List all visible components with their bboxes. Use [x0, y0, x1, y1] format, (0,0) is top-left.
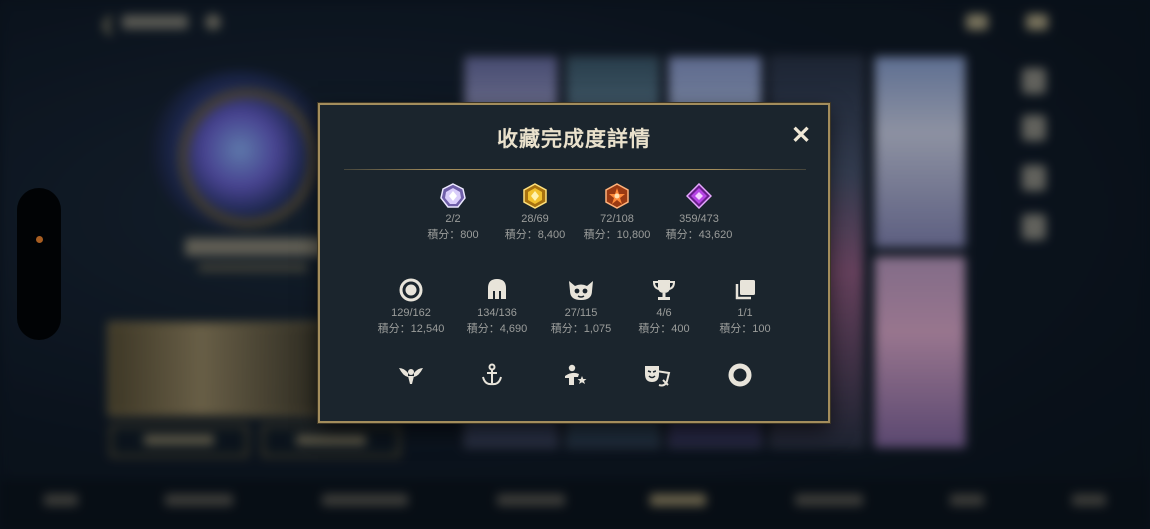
item-stat-icons: 129/162 積分：12,540: [366, 277, 456, 336]
stat-count: 72/108: [600, 213, 634, 225]
winged-emblem-icon: [399, 368, 423, 384]
ring-icon: [399, 278, 423, 302]
category-icon-slot: [642, 360, 672, 390]
item-stat-poros: 27/115 積分：1,075: [536, 277, 626, 336]
gem-stat-orange: 72/108 積分：10,800: [572, 183, 662, 242]
item-stat-trophies: 4/6 積分：400: [619, 277, 709, 336]
category-icon-slot: [396, 360, 426, 390]
close-button[interactable]: ✕: [790, 124, 812, 148]
stat-score: 積分：4,690: [466, 323, 528, 335]
stat-score: 積分：8,400: [504, 229, 566, 241]
item-stat-cards: 1/1 積分：100: [700, 277, 790, 336]
stat-score: 積分：1,075: [550, 323, 612, 335]
item-stat-champions: 134/136 積分：4,690: [452, 277, 542, 336]
stat-score: 積分：100: [719, 323, 771, 335]
theater-mask-icon: [645, 366, 671, 387]
poro-icon: [569, 281, 593, 300]
gem-stat-purple: 359/473 積分：43,620: [654, 183, 744, 242]
stat-count: 28/69: [521, 213, 549, 225]
stat-count: 1/1: [737, 307, 753, 319]
stat-count: 2/2: [445, 213, 461, 225]
category-icon-slot: [725, 360, 755, 390]
gem-stat-diamond: 2/2 積分：800: [408, 183, 498, 242]
stat-count: 27/115: [564, 307, 598, 319]
stat-score: 積分：12,540: [377, 323, 445, 335]
gold-gem-icon: [523, 183, 547, 209]
orange-star-gem-icon: [605, 183, 629, 209]
champion-star-icon: [565, 364, 587, 385]
stat-count: 4/6: [656, 307, 672, 319]
gem-stat-gold: 28/69 積分：8,400: [490, 183, 580, 242]
stat-score: 積分：400: [638, 323, 690, 335]
anchor-icon: [482, 363, 502, 386]
collection-completion-modal: 收藏完成度詳情 ✕ 2/2 積分：800 28/69 積分：8,400 72/1…: [318, 103, 830, 423]
trophy-icon: [652, 280, 676, 300]
border-ring-icon: [728, 363, 752, 387]
category-icon-slot: [560, 360, 590, 390]
helmet-icon: [488, 279, 506, 299]
title-divider: [344, 169, 806, 170]
stat-score: 積分：43,620: [665, 229, 733, 241]
stat-score: 積分：10,800: [583, 229, 651, 241]
stat-count: 134/136: [477, 307, 517, 319]
diamond-gem-icon: [440, 183, 466, 208]
stat-count: 359/473: [679, 213, 719, 225]
purple-gem-icon: [686, 183, 712, 209]
category-icon-slot: [477, 360, 507, 390]
stat-score: 積分：800: [427, 229, 479, 241]
card-stack-icon: [735, 280, 755, 300]
stat-count: 129/162: [391, 307, 431, 319]
modal-title: 收藏完成度詳情: [497, 128, 651, 151]
